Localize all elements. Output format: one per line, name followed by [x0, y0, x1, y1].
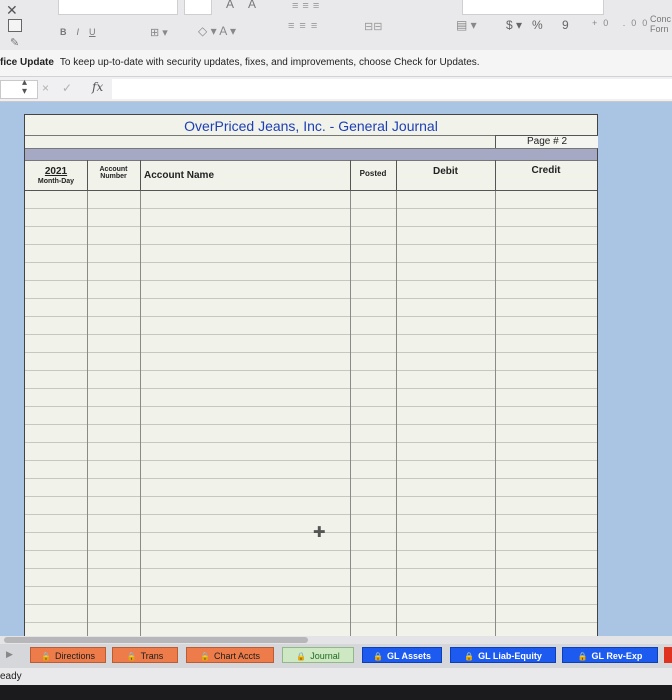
- format-painter-icon[interactable]: ✎: [10, 36, 19, 49]
- column-divider: [140, 191, 141, 643]
- tab-journal[interactable]: 🔒 Journal: [282, 647, 354, 663]
- lock-icon: 🔒: [296, 652, 307, 661]
- font-size-box[interactable]: [184, 0, 212, 15]
- grow-font-button[interactable]: A A: [226, 0, 262, 11]
- screen-bezel: [0, 685, 672, 700]
- column-divider: [350, 191, 351, 643]
- function-icon[interactable]: fx: [92, 80, 103, 94]
- debit-label: Debit: [433, 166, 458, 177]
- general-journal-form: OverPriced Jeans, Inc. - General Journal…: [24, 114, 598, 646]
- ribbon: ✕ ✎ A A BIU ⊞ ▾ ◇ ▾ A ▾ ≡≡≡ ≡≡≡ ⊟⊟ ▤ ▾ $…: [0, 0, 672, 51]
- cut-icon[interactable]: ✕: [6, 2, 18, 19]
- currency-button[interactable]: $ ▾: [506, 18, 522, 32]
- update-notification-bar: fice Update To keep up-to-date with secur…: [0, 50, 672, 77]
- confirm-icon[interactable]: ✓: [62, 81, 72, 95]
- copy-icon[interactable]: [8, 19, 22, 32]
- tab-next[interactable]: [664, 647, 672, 663]
- lock-icon: 🔒: [126, 652, 137, 661]
- formula-input[interactable]: [112, 79, 672, 99]
- comma-button[interactable]: 9: [562, 18, 569, 32]
- tab-gl-rev-exp[interactable]: 🔒 GL Rev-Exp: [562, 647, 658, 663]
- journal-entry-grid[interactable]: [25, 191, 597, 643]
- account-number-column-header[interactable]: Account Number: [87, 160, 141, 191]
- italic-button[interactable]: I: [77, 27, 80, 37]
- bold-button[interactable]: B: [60, 27, 67, 37]
- underline-button[interactable]: U: [89, 27, 96, 37]
- cell-cursor-icon: ✚: [313, 524, 326, 541]
- worksheet-area[interactable]: OverPriced Jeans, Inc. - General Journal…: [0, 102, 672, 646]
- lock-icon: 🔒: [41, 652, 51, 661]
- borders-icon[interactable]: ⊞ ▾: [150, 26, 168, 39]
- percent-button[interactable]: %: [532, 18, 543, 32]
- lock-icon: 🔒: [577, 652, 588, 661]
- tab-gl-assets[interactable]: 🔒 GL Assets: [362, 647, 442, 663]
- column-divider: [495, 191, 496, 643]
- account-name-label: Account Name: [144, 170, 215, 181]
- number-format-icon[interactable]: ▤ ▾: [456, 18, 477, 32]
- update-title: fice Update: [0, 57, 54, 68]
- name-box[interactable]: [0, 80, 38, 99]
- scrollbar-thumb[interactable]: [4, 637, 308, 643]
- account-name-column-header[interactable]: Account Name: [140, 160, 351, 191]
- tab-chart-accts[interactable]: 🔒 Chart Accts: [186, 647, 274, 663]
- title-row: OverPriced Jeans, Inc. - General Journal: [25, 115, 597, 136]
- number-format-box[interactable]: [462, 0, 604, 15]
- date-column-header[interactable]: 2021 Month-Day: [25, 160, 88, 191]
- posted-column-header[interactable]: Posted: [350, 160, 397, 191]
- align-icon[interactable]: ≡≡≡: [288, 20, 322, 32]
- sheet-tab-bar: ▶ 🔒 Directions 🔒 Trans 🔒 Chart Accts 🔒 Journ…: [0, 644, 672, 668]
- column-divider: [87, 191, 88, 643]
- status-bar: eady: [0, 668, 672, 685]
- tab-gl-liab-equity[interactable]: 🔒 GL Liab-Equity: [450, 647, 556, 663]
- name-box-stepper-icon[interactable]: ▴ ▾: [22, 78, 27, 97]
- horizontal-scrollbar[interactable]: [0, 636, 672, 644]
- font-color-button[interactable]: A: [219, 24, 226, 38]
- fill-color-icon[interactable]: ◇ ▾ A ▾: [198, 24, 236, 38]
- page-row: Page # 2: [25, 135, 598, 149]
- debit-column-header[interactable]: Debit: [396, 160, 496, 191]
- merge-icon[interactable]: ⊟⊟: [364, 20, 382, 33]
- month-day-label: Month-Day: [37, 178, 75, 185]
- account-label: Account: [99, 166, 128, 173]
- lock-icon: 🔒: [464, 652, 475, 661]
- journal-title: OverPriced Jeans, Inc. - General Journal: [184, 118, 438, 134]
- year-label: 2021: [44, 166, 68, 177]
- page-number[interactable]: Page # 2: [495, 135, 598, 149]
- decimal-buttons[interactable]: +0 .00: [592, 18, 653, 28]
- font-name-box[interactable]: [58, 0, 178, 15]
- lock-icon: 🔒: [373, 652, 383, 661]
- tab-directions[interactable]: 🔒 Directions: [30, 647, 106, 663]
- status-text: eady: [0, 671, 22, 682]
- format-buttons: BIU: [60, 27, 106, 37]
- number-label: Number: [100, 173, 127, 180]
- credit-column-header[interactable]: Credit: [495, 160, 597, 191]
- tab-scroll-arrow-icon[interactable]: ▶: [6, 649, 13, 660]
- cancel-icon[interactable]: ×: [42, 81, 49, 95]
- posted-label: Posted: [359, 169, 387, 178]
- update-message: To keep up-to-date with security updates…: [59, 57, 480, 68]
- credit-label: Credit: [531, 165, 561, 176]
- formula-bar: ▴ ▾ × ✓ fx: [0, 77, 672, 102]
- tab-trans[interactable]: 🔒 Trans: [112, 647, 178, 663]
- conditional-formatting-button[interactable]: Conc Forn: [650, 14, 671, 34]
- align-icon[interactable]: ≡≡≡: [292, 0, 323, 12]
- lock-icon: 🔒: [200, 652, 210, 661]
- column-divider: [396, 191, 397, 643]
